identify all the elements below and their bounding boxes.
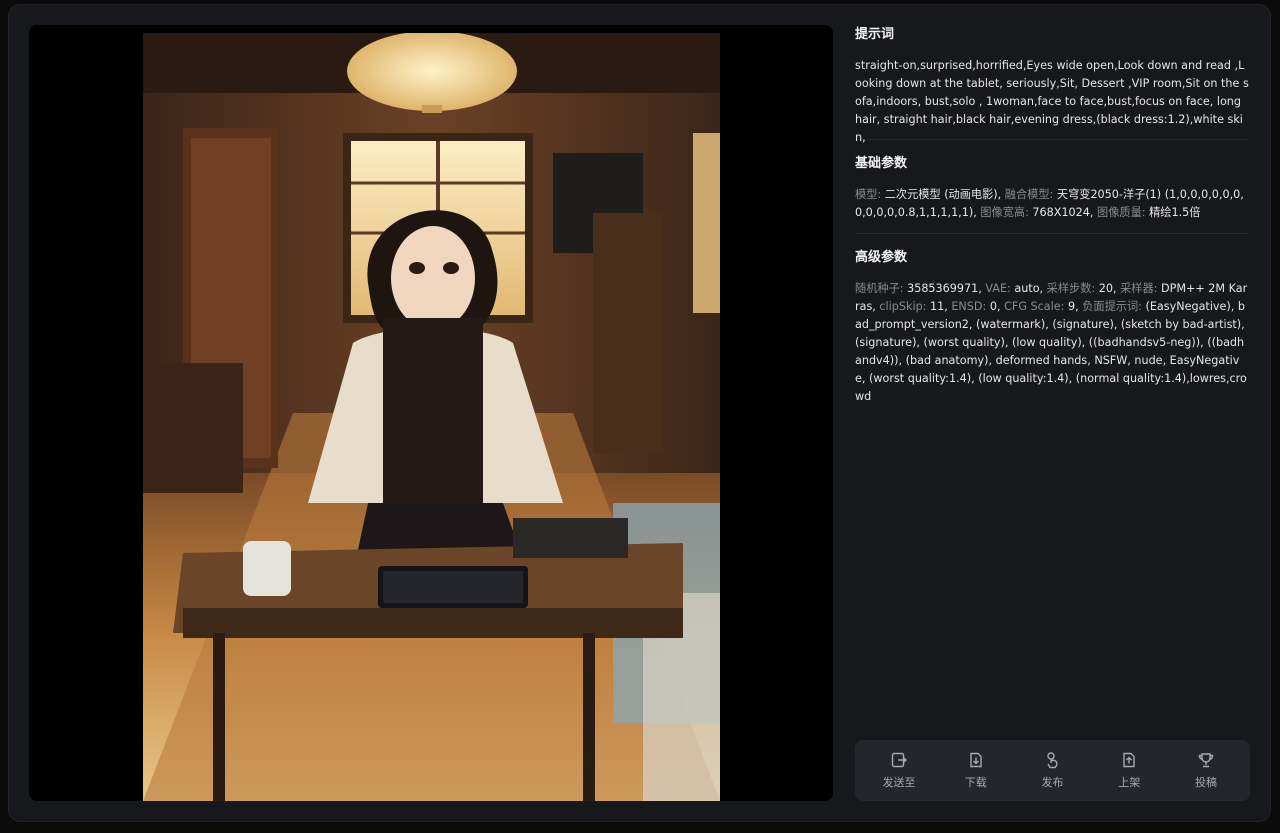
trophy-icon — [1198, 753, 1214, 768]
param-key: 负面提示词: — [1082, 300, 1146, 313]
basic-params-body: 模型: 二次元模型 (动画电影), 融合模型: 天穹变2050-洋子(1) (1… — [855, 186, 1249, 222]
generated-image[interactable] — [143, 33, 720, 801]
param-key: 图像质量: — [1097, 206, 1150, 219]
list-for-sale-label: 上架 — [1118, 776, 1141, 789]
hand-pointer-icon — [1046, 752, 1058, 769]
publish-button[interactable]: 发布 — [1023, 751, 1083, 790]
action-toolbar: 发送至 下载 发布 上架 投稿 — [855, 740, 1250, 801]
list-for-sale-button[interactable]: 上架 — [1099, 751, 1159, 790]
prompt-title: 提示词 — [855, 27, 895, 42]
publish-label: 发布 — [1041, 776, 1064, 789]
download-icon — [970, 752, 982, 768]
param-key: 采样步数: — [1046, 282, 1099, 295]
send-to-button[interactable]: 发送至 — [869, 751, 929, 790]
basic-params-title: 基础参数 — [855, 156, 908, 171]
send-to-icon — [891, 752, 907, 768]
image-viewer — [29, 25, 833, 801]
param-value: 3585369971, — [907, 282, 986, 295]
param-key: VAE: — [985, 282, 1015, 295]
download-label: 下载 — [964, 776, 987, 789]
param-value: (EasyNegative), bad_prompt_version2, (wa… — [855, 300, 1247, 403]
param-key: 图像宽高: — [980, 206, 1033, 219]
submit-entry-button[interactable]: 投稿 — [1176, 751, 1236, 790]
param-key: ENSD: — [951, 300, 990, 313]
param-value: 768X1024, — [1032, 206, 1098, 219]
advanced-params-section: 高级参数 随机种子: 3585369971, VAE: auto, 采样步数: … — [855, 234, 1249, 406]
advanced-params-body: 随机种子: 3585369971, VAE: auto, 采样步数: 20, 采… — [855, 280, 1249, 406]
param-value: 0, — [989, 300, 1005, 313]
prompt-section: 提示词 straight-on,surprised,horrified,Eyes… — [855, 25, 1249, 144]
basic-params-section: 基础参数 模型: 二次元模型 (动画电影), 融合模型: 天穹变2050-洋子(… — [855, 140, 1249, 234]
upload-icon — [1123, 752, 1135, 768]
submit-entry-label: 投稿 — [1195, 776, 1217, 789]
param-key: 随机种子: — [855, 282, 908, 295]
param-key: 采样器: — [1120, 282, 1161, 295]
param-value: auto, — [1014, 282, 1047, 295]
advanced-params-title: 高级参数 — [855, 250, 908, 265]
send-to-label: 发送至 — [882, 776, 916, 789]
param-key: clipSkip: — [879, 300, 930, 313]
param-value: 11, — [930, 300, 952, 313]
param-value: 9, — [1067, 300, 1083, 313]
param-value: 精绘1.5倍 — [1149, 206, 1201, 219]
info-panel: 提示词 straight-on,surprised,horrified,Eyes… — [855, 25, 1249, 801]
download-button[interactable]: 下载 — [946, 751, 1006, 790]
param-key: 模型: — [855, 188, 885, 201]
prompt-text: straight-on,surprised,horrified,Eyes wid… — [855, 59, 1249, 144]
param-key: 融合模型: — [1004, 188, 1057, 201]
param-key: CFG Scale: — [1004, 300, 1068, 313]
param-value: 20, — [1098, 282, 1121, 295]
app-frame: 提示词 straight-on,surprised,horrified,Eyes… — [8, 4, 1271, 822]
param-value: 二次元模型 (动画电影), — [884, 188, 1005, 201]
